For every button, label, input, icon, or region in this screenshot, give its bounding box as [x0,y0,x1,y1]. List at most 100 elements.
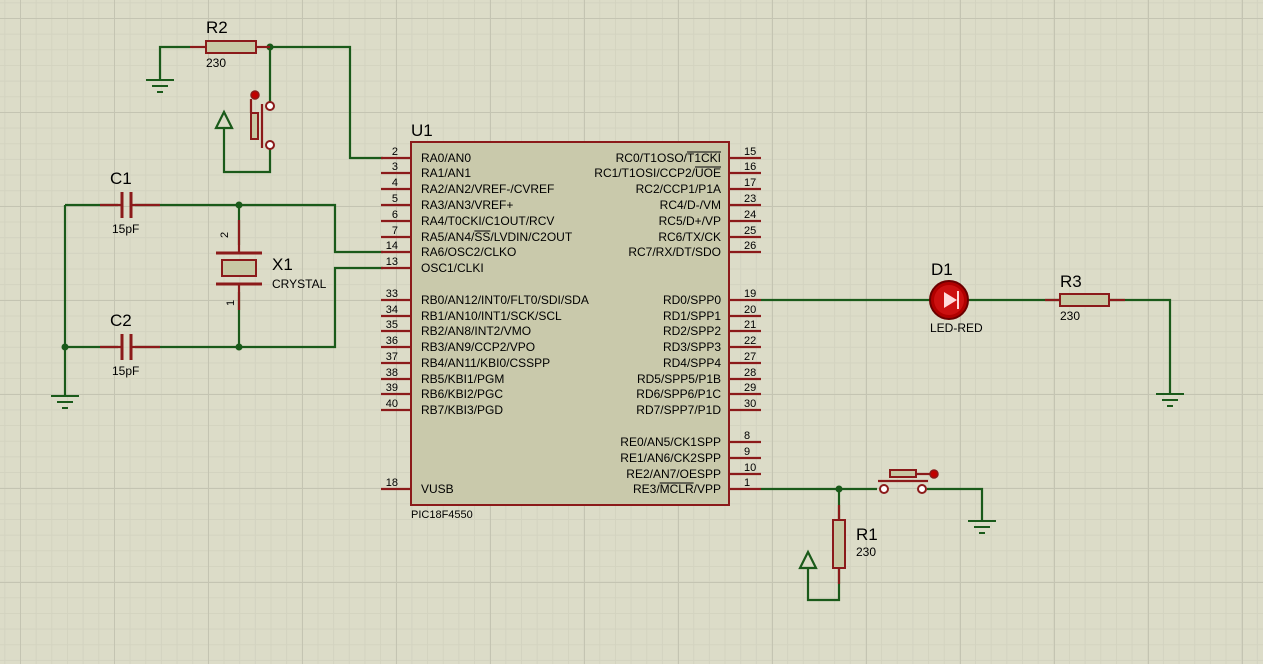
pin-label: RA5/AN4/SS/LVDIN/C2OUT [421,230,573,244]
pin-label: RE2/AN7/OESPP [626,467,721,481]
r1-ref: R1 [856,525,878,544]
pin-label: RD0/SPP0 [663,293,721,307]
d1-ref: D1 [931,260,953,279]
pin-number: 40 [386,398,398,410]
pin-number: 21 [744,319,756,331]
c2-value: 15pF [112,364,139,378]
pin-label: RB7/KBI3/PGD [421,403,503,417]
led-d1[interactable]: D1 LED-RED [929,260,983,335]
pin-label: RA0/AN0 [421,151,471,165]
pin-number: 22 [744,335,756,347]
pin-number: 2 [392,146,398,158]
power-arrow-icon [214,109,234,130]
schematic-canvas[interactable]: R2 230 C1 15pF C2 15pF 2 1 X1 CRYSTAL U1… [0,0,1263,664]
pin-number: 16 [744,161,756,173]
pin-label: RD3/SPP3 [663,340,721,354]
pin-label: RA2/AN2/VREF-/CVREF [421,182,554,196]
capacitor-c1[interactable]: C1 15pF [100,169,160,236]
chip-ref: U1 [411,121,433,140]
pin-number: 24 [744,209,756,221]
junction-dot [61,343,69,351]
wire-button-gnd [927,487,984,520]
pin-label: RA3/AN3/VREF+ [421,198,513,212]
pin-number: 17 [744,177,756,189]
pin-number: 23 [744,193,756,205]
pin-number: 18 [386,477,398,489]
x1-pin-top: 2 [219,232,231,238]
r2-value: 230 [206,56,226,70]
pin-number: 7 [392,225,398,237]
pin-number: 30 [744,398,756,410]
r3-value: 230 [1060,309,1080,323]
crystal-x1[interactable]: 2 1 X1 CRYSTAL [216,220,327,310]
d1-value: LED-RED [930,321,983,335]
pin-number: 36 [386,335,398,347]
wire-c1-right [135,203,383,254]
junction-dot [835,485,843,493]
r3-ref: R3 [1060,272,1082,291]
pin-label: RD1/SPP1 [663,309,721,323]
pin-label: RB1/AN10/INT1/SCK/SCL [421,309,562,323]
pin-number: 1 [744,477,750,489]
pin-number: 8 [744,430,750,442]
wire-r3-gnd [1110,298,1172,393]
junction-dot [235,343,243,351]
pin-number: 3 [392,161,398,173]
x1-pin-bottom: 1 [225,300,237,306]
pin-label: RD4/SPP4 [663,356,721,370]
ground-symbol-r3 [1156,393,1184,407]
pin-label: VUSB [421,482,454,496]
pin-number: 14 [386,240,398,252]
pin-label: RA1/AN1 [421,166,471,180]
wire-c2-right [135,266,383,349]
pin-label: RB6/KBI2/PGC [421,387,503,401]
ground-symbol-r2 [146,79,174,93]
pin-label: RE3/MCLR/VPP [633,482,721,496]
pin-label: RD5/SPP5/P1B [637,372,721,386]
pin-label: RC7/RX/DT/SDO [628,245,721,259]
pin-label: RB5/KBI1/PGM [421,372,504,386]
pin-number: 37 [386,351,398,363]
power-arrow-icon [798,549,818,570]
pin-label: RE0/AN5/CK1SPP [620,435,721,449]
pin-number: 28 [744,367,756,379]
pin-label: RD2/SPP2 [663,324,721,338]
ground-symbol-crystal [51,395,79,409]
pin-label: RB0/AN12/INT0/FLT0/SDI/SDA [421,293,589,307]
chip-u1[interactable]: U1 PIC18F4550 2 RA0/AN0 3 RA1/AN1 4 RA2/AN2/V… [381,121,761,521]
c1-ref: C1 [110,169,132,188]
pin-label: RA6/OSC2/CLKO [421,245,516,259]
chip-part: PIC18F4550 [411,509,473,521]
pin-number: 39 [386,382,398,394]
pin-label: RC1/T1OSI/CCP2/UOE [594,166,721,180]
pin-label: RC6/TX/CK [658,230,721,244]
x1-ref: X1 [272,255,293,274]
pin-label: RD6/SPP6/P1C [636,387,721,401]
pin-number: 13 [386,256,398,268]
pin-number: 5 [392,193,398,205]
pin-number: 6 [392,209,398,221]
c1-value: 15pF [112,222,139,236]
capacitor-c2[interactable]: C2 15pF [100,311,160,378]
resistor-r2[interactable]: R2 230 [190,18,270,70]
pin-label: RB2/AN8/INT2/VMO [421,324,531,338]
pin-number: 9 [744,446,750,458]
pin-number: 20 [744,304,756,316]
c2-ref: C2 [110,311,132,330]
pin-label: RB3/AN9/CCP2/VPO [421,340,535,354]
resistor-r3[interactable]: R3 230 [1045,272,1125,323]
x1-value: CRYSTAL [272,277,327,291]
pin-number: 26 [744,240,756,252]
pin-label: RA4/T0CKI/C1OUT/RCV [421,214,554,228]
pin-label: RC0/T1OSO/T1CKI [616,151,721,165]
pin-number: 4 [392,177,398,189]
r1-value: 230 [856,545,876,559]
pin-number: 35 [386,319,398,331]
pin-number: 27 [744,351,756,363]
pin-label: RB4/AN11/KBI0/CSSPP [421,356,550,370]
pin-number: 25 [744,225,756,237]
pin-number: 10 [744,462,756,474]
resistor-r1[interactable]: R1 230 [832,505,878,584]
pin-label: OSC1/CLKI [421,261,484,275]
junction-dot [235,201,243,209]
